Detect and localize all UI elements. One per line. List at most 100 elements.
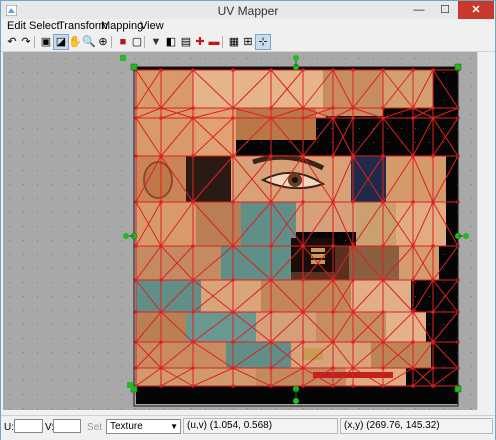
mesh-vertex[interactable] [411,310,415,314]
mesh-vertex[interactable] [381,200,385,204]
mesh-vertex[interactable] [134,116,138,120]
mesh-vertex[interactable] [431,154,435,158]
mesh-vertex[interactable] [351,340,355,344]
uv-canvas[interactable] [3,52,477,410]
mesh-vertex[interactable] [269,68,273,72]
mesh-vertex[interactable] [331,68,335,72]
mesh-vertex[interactable] [431,116,435,120]
mesh-vertex[interactable] [351,310,355,314]
mesh-vertex[interactable] [301,116,305,120]
mesh-vertex[interactable] [231,366,235,370]
mesh-vertex[interactable] [231,154,235,158]
snap-icon[interactable]: ⊹ [255,34,271,50]
mesh-vertex[interactable] [191,366,195,370]
mesh-vertex[interactable] [301,340,305,344]
list-icon[interactable]: ▤ [179,35,193,49]
mesh-vertex[interactable] [269,116,273,120]
mesh-vertex[interactable] [269,278,273,282]
rotate-handle-left[interactable] [123,233,129,239]
corner-handle[interactable] [120,55,126,61]
mesh-vertex[interactable] [331,200,335,204]
mesh-vertex[interactable] [134,154,138,158]
checkbox-icon[interactable]: ▢ [130,35,144,49]
mesh-vertex[interactable] [411,154,415,158]
filter-icon[interactable]: ▼ [149,35,163,49]
menu-select[interactable]: Select [29,20,60,32]
mesh-vertex[interactable] [159,116,163,120]
minimize-button[interactable]: — [406,1,432,19]
mesh-vertex[interactable] [191,384,195,388]
mesh-vertex[interactable] [431,384,435,388]
mesh-vertex[interactable] [134,340,138,344]
mesh-vertex[interactable] [191,68,195,72]
mesh-vertex[interactable] [301,384,305,388]
mesh-vertex[interactable] [331,116,335,120]
mesh-vertex[interactable] [331,106,335,110]
u-input[interactable] [14,419,43,433]
mesh-vertex[interactable] [134,244,138,248]
handle-top-right[interactable] [454,63,462,71]
zoom-icon[interactable]: 🔍 [82,35,96,49]
select-tool-icon[interactable]: ◪ [53,34,69,50]
mesh-vertex[interactable] [431,68,435,72]
remove-icon[interactable]: ▬ [207,35,221,49]
mesh-vertex[interactable] [159,200,163,204]
mesh-vertex[interactable] [431,278,435,282]
mesh-vertex[interactable] [134,278,138,282]
mesh-vertex[interactable] [381,366,385,370]
mesh-vertex[interactable] [191,310,195,314]
mesh-vertex[interactable] [331,384,335,388]
mesh-vertex[interactable] [411,244,415,248]
mesh-vertex[interactable] [351,106,355,110]
mesh-vertex[interactable] [269,366,273,370]
grid-icon[interactable]: ▦ [227,35,241,49]
redo-icon[interactable]: ↷ [19,35,33,49]
mesh-vertex[interactable] [269,310,273,314]
mesh-vertex[interactable] [351,68,355,72]
mesh-vertex[interactable] [411,278,415,282]
mesh-vertex[interactable] [301,366,305,370]
mesh-vertex[interactable] [134,106,138,110]
mesh-vertex[interactable] [381,68,385,72]
split-view-icon[interactable]: ◧ [164,35,178,49]
mesh-vertex[interactable] [191,244,195,248]
rotate-handle-bottom[interactable] [293,398,299,404]
set-button[interactable]: Set [87,422,102,433]
mesh-vertex[interactable] [159,68,163,72]
mode-select[interactable]: Texture ▼ [106,419,181,434]
mesh-vertex[interactable] [411,384,415,388]
zoom-fit-icon[interactable]: ⊕ [96,35,110,49]
mesh-vertex[interactable] [411,200,415,204]
mesh-vertex[interactable] [159,278,163,282]
mesh-vertex[interactable] [381,278,385,282]
mesh-vertex[interactable] [351,384,355,388]
menu-mapping[interactable]: Mapping [101,20,143,32]
close-button[interactable]: ✕ [458,1,494,19]
uv-map-view[interactable] [3,52,477,410]
mesh-vertex[interactable] [134,310,138,314]
mesh-vertex[interactable] [269,106,273,110]
mesh-vertex[interactable] [381,116,385,120]
mesh-vertex[interactable] [269,244,273,248]
mesh-vertex[interactable] [411,106,415,110]
mesh-vertex[interactable] [301,200,305,204]
mesh-vertex[interactable] [351,366,355,370]
mesh-vertex[interactable] [231,116,235,120]
v-input[interactable] [53,419,81,433]
mesh-vertex[interactable] [381,244,385,248]
mesh-vertex[interactable] [191,340,195,344]
mesh-vertex[interactable] [431,244,435,248]
mesh-vertex[interactable] [351,116,355,120]
show-texture-icon[interactable]: ▣ [39,35,53,49]
mesh-vertex[interactable] [269,384,273,388]
mesh-vertex[interactable] [159,340,163,344]
mesh-vertex[interactable] [231,384,235,388]
menu-view[interactable]: View [140,20,164,32]
mesh-vertex[interactable] [231,200,235,204]
mesh-vertex[interactable] [381,310,385,314]
mesh-vertex[interactable] [301,244,305,248]
mesh-vertex[interactable] [191,106,195,110]
mesh-vertex[interactable] [351,244,355,248]
mesh-vertex[interactable] [269,200,273,204]
mesh-vertex[interactable] [381,154,385,158]
